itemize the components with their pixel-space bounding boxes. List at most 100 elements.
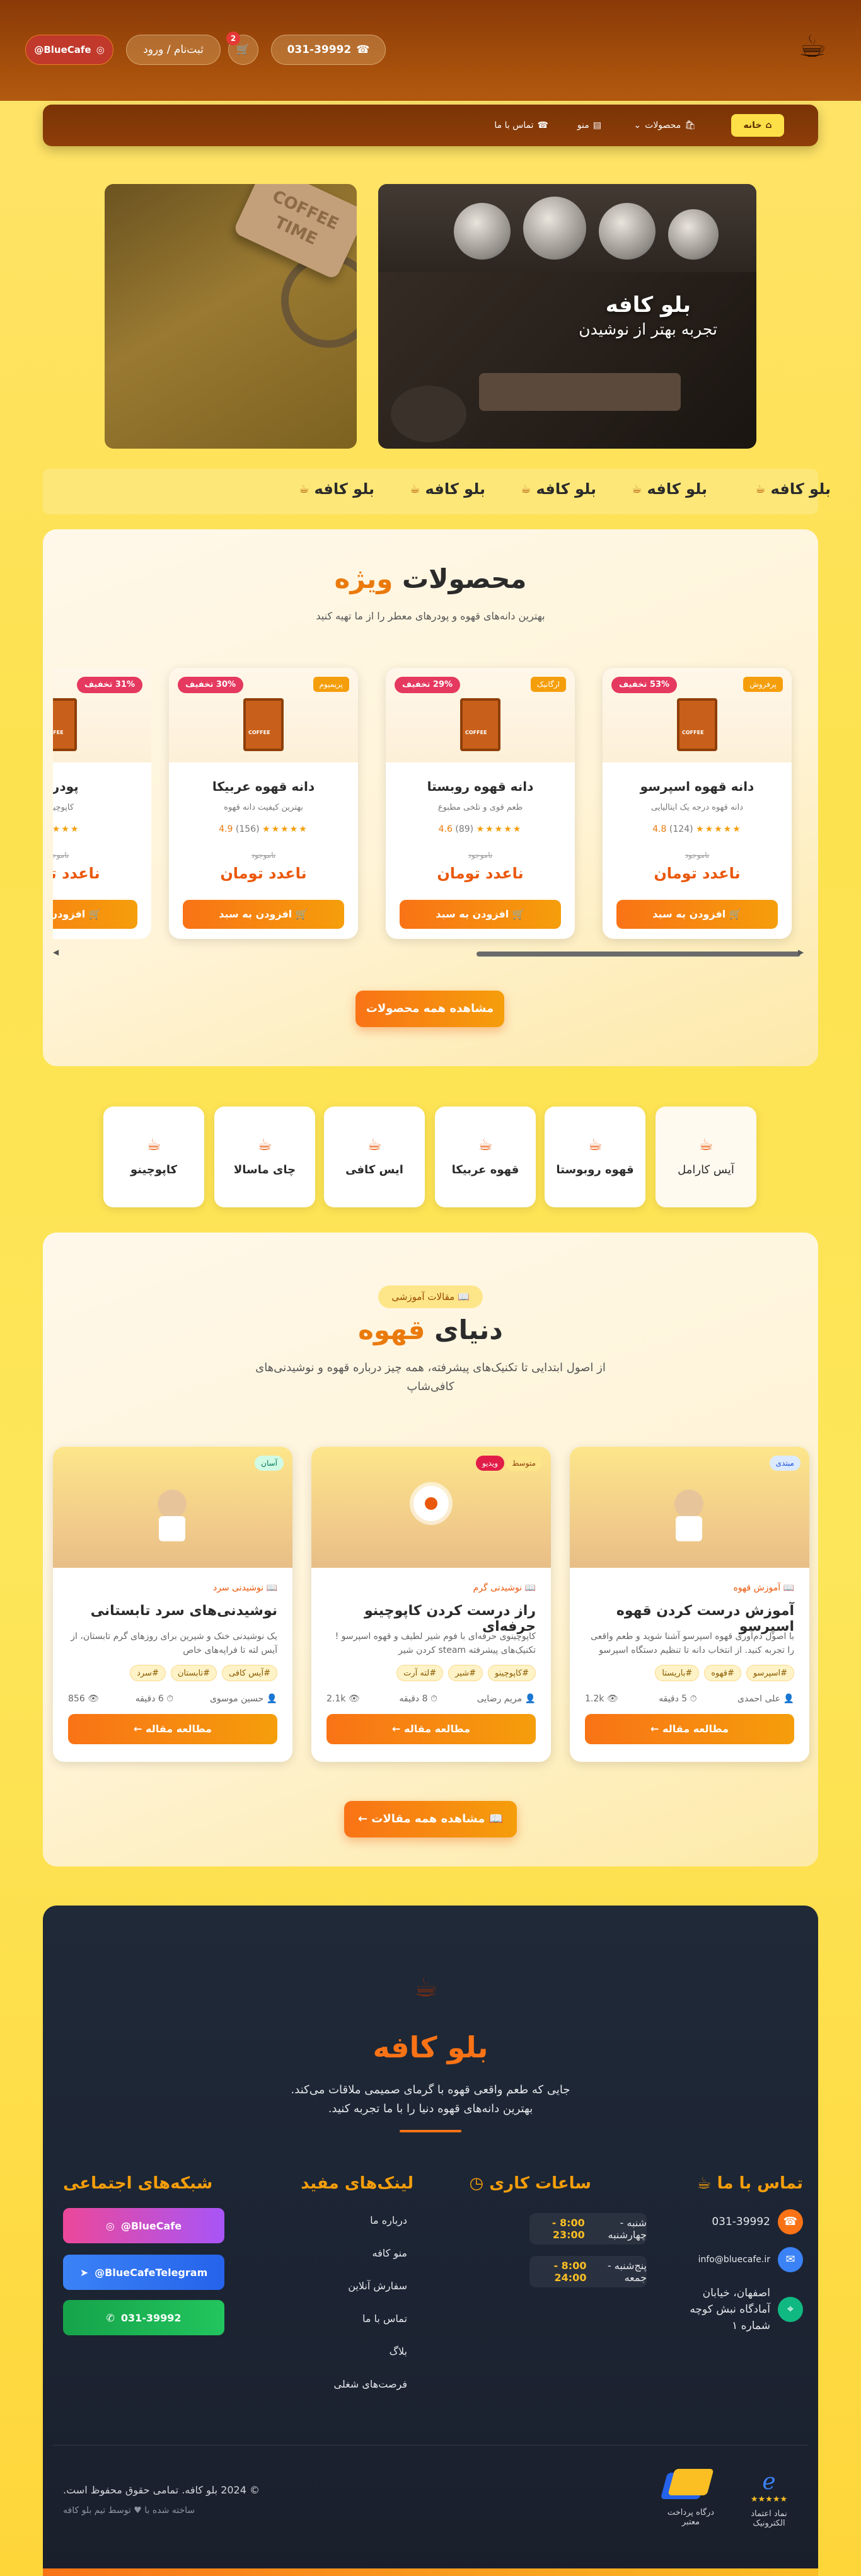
read-time: ⏱ 8 دقیقه [399, 1694, 437, 1704]
scroll-right-icon[interactable]: ▶ [798, 948, 804, 957]
payment-badge[interactable]: درگاه پرداخت معتبر [659, 2469, 722, 2527]
old-price: ناموجود [251, 851, 276, 860]
instagram-button[interactable]: ◎ BlueCafe@ [25, 35, 113, 65]
view-all-articles-button[interactable]: 📖 مشاهده همه مقالات ← [344, 1801, 517, 1837]
product-card-clipped[interactable]: 31% تخفیف پودر ک کاپوچینو ه ★★★★★ ناموجو… [53, 668, 151, 939]
address-value: اصفهان، خیابان آمادگاه نبش کوچه شماره ۱ [690, 2287, 770, 2332]
cup-icon: ☕ [696, 2174, 717, 2193]
read-time: ⏱ 6 دقیقه [136, 1694, 174, 1704]
hero-title: بلو کافه [605, 292, 691, 318]
nav-home[interactable]: ⌂ خانه [731, 114, 784, 137]
tag[interactable]: #شیر [448, 1665, 483, 1681]
view-all-products-button[interactable]: مشاهده همه محصولات [355, 991, 504, 1027]
product-image: 29% تخفیف ارگانیک [386, 668, 575, 762]
marquee-text: بلو کافه [770, 480, 831, 498]
links-heading: لینک‌های مفید [301, 2174, 413, 2193]
footer-bottom-bar [43, 2568, 818, 2576]
tag[interactable]: #اسپرسو [746, 1665, 794, 1681]
enamad-badge[interactable]: ℯ ★★★★★ نماد اعتماد الکترونیک [737, 2469, 800, 2528]
nav-products[interactable]: 🛍 محصولات ⌄ [633, 114, 696, 137]
phone-button[interactable]: ☎ 031-39992 [271, 35, 386, 65]
tag[interactable]: #تابستان [170, 1665, 217, 1681]
cart-icon: 🛒 [292, 908, 308, 920]
read-label: مطالعه مقاله [146, 1723, 212, 1735]
clock-icon: ⏱ [163, 1694, 174, 1704]
video-badge: ویدیو [476, 1456, 504, 1471]
marquee-item: بلو کافه ☕ [410, 480, 485, 498]
add-to-cart-button[interactable]: 🛒 افزودن به سبد [53, 900, 137, 929]
read-article-button[interactable]: مطالعه مقاله ← [68, 1714, 277, 1744]
category-card[interactable]: ☕ چای ماسالا [214, 1107, 315, 1207]
footer-link[interactable]: بلاگ [390, 2345, 407, 2357]
hero-bowl [391, 386, 466, 442]
footer-link[interactable]: تماس با ما [362, 2313, 407, 2325]
category-card[interactable]: ☕ قهوه عربیکا [435, 1107, 536, 1207]
product-rating: ★★★★★ [53, 824, 151, 834]
product-image: 53% تخفیف پرفروش [603, 668, 792, 762]
category-card[interactable]: ☕ قهوه روبوستا [545, 1107, 645, 1207]
tag[interactable]: #سرد [130, 1665, 166, 1681]
cart-count-badge: 2 [226, 32, 240, 45]
hero-side-banner[interactable]: COFFEE TIME [105, 184, 357, 449]
category-label: نوشیدنی گرم [473, 1583, 523, 1593]
read-article-button[interactable]: مطالعه مقاله ← [585, 1714, 794, 1744]
category-label: کاپوچینو [130, 1163, 178, 1176]
whatsapp-link[interactable]: 031-39992 ✆ [63, 2300, 224, 2335]
hero-banner[interactable] [378, 184, 756, 449]
scroll-left-icon[interactable]: ◀ [53, 948, 59, 957]
made-by: ساخته شده با ♥ توسط تیم بلو کافه [63, 2505, 195, 2516]
product-card[interactable]: 53% تخفیف پرفروش دانه قهوه اسپرسو دانه ق… [603, 668, 792, 939]
read-article-button[interactable]: مطالعه مقاله ← [326, 1714, 536, 1744]
product-card[interactable]: 29% تخفیف ارگانیک دانه قهوه روبستا طعم ق… [386, 668, 575, 939]
cafe-logo-icon[interactable]: ☕ [793, 26, 832, 66]
tag[interactable]: #قهوه [704, 1665, 741, 1681]
tag[interactable]: #آیس کافی [221, 1665, 277, 1681]
article-tags: #کاپوچینو #شیر #لته آرت [326, 1665, 536, 1681]
review-count: (124) [669, 824, 693, 834]
tag[interactable]: #باریستا [655, 1665, 700, 1681]
footer-link[interactable]: درباره ما [370, 2214, 407, 2226]
category-card[interactable]: ☕ کاپوچینو [103, 1107, 204, 1207]
phone-icon: ☎ [778, 2209, 803, 2234]
views: 👁 1.2k [585, 1694, 618, 1704]
article-meta: 👤 مریم رضایی ⏱ 8 دقیقه 👁 2.1k [326, 1694, 536, 1704]
article-image: متوسط ویدیو [311, 1447, 551, 1568]
add-to-cart-button[interactable]: 🛒 افزودن به سبد [400, 900, 561, 929]
enamad-stars: ★★★★★ [750, 2495, 788, 2504]
old-price: ناموجود [53, 851, 69, 860]
footer-logo-icon: ☕ [413, 1971, 439, 2003]
product-tag: ارگانیک [530, 677, 566, 692]
hours-row: شنبه - چهارشنبه 8:00 - 23:00 [529, 2213, 647, 2245]
telegram-link[interactable]: BlueCafeTelegram@ ➤ [63, 2255, 224, 2290]
cart-button[interactable]: 🛒 2 [226, 32, 258, 65]
tag[interactable]: #کاپوچینو [488, 1665, 536, 1681]
add-to-cart-button[interactable]: 🛒 افزودن به سبد [183, 900, 344, 929]
nav-menu[interactable]: ▤ منو [577, 114, 601, 137]
play-icon [425, 1497, 437, 1510]
add-to-cart-button[interactable]: 🛒 افزودن به سبد [616, 900, 778, 929]
instagram-link[interactable]: BlueCafe@ ◎ [63, 2208, 224, 2243]
article-card[interactable]: آسان 📖 نوشیدنی سرد نوشیدنی‌های سرد تابست… [53, 1447, 292, 1762]
heading-label: تماس با ما [717, 2174, 803, 2193]
login-button[interactable]: ثبت‌نام / ورود [126, 35, 221, 65]
footer-phone[interactable]: ☎ 031-39992 [712, 2209, 803, 2234]
product-card[interactable]: 31% تخفیف پودر ک کاپوچینو ه ★★★★★ ناموجو… [53, 668, 151, 939]
discount-badge: 31% تخفیف [76, 677, 142, 693]
footer-link[interactable]: فرصت‌های شغلی [334, 2378, 407, 2390]
category-card[interactable]: ☕ ایس کافی [324, 1107, 425, 1207]
article-meta: 👤 حسین موسوی ⏱ 6 دقیقه 👁 856 [68, 1694, 277, 1704]
nav-contact[interactable]: ☎ تماس با ما [494, 114, 548, 137]
article-card[interactable]: متوسط ویدیو 📖 نوشیدنی گرم راز درست کردن … [311, 1447, 551, 1762]
tag[interactable]: #لته آرت [396, 1665, 444, 1681]
footer-link[interactable]: سفارش آنلاین [348, 2280, 407, 2292]
book-icon: 📖 [263, 1583, 277, 1593]
add-label: افزودن به سبد [219, 908, 292, 920]
article-image: آسان [53, 1447, 292, 1568]
category-card[interactable]: ☕ آیس کارامل [656, 1107, 756, 1207]
footer-link[interactable]: منو کافه [373, 2247, 407, 2259]
product-card[interactable]: 30% تخفیف پریمیوم دانه قهوه عربیکا بهتری… [169, 668, 358, 939]
footer-email[interactable]: ✉ info@bluecafe.ir [698, 2247, 803, 2272]
article-card[interactable]: مبتدی 📖 آموزش قهوه آموزش درست کردن قهوه … [570, 1447, 809, 1762]
book-icon: 📖 [522, 1583, 536, 1593]
scrollbar-thumb[interactable] [477, 952, 800, 957]
